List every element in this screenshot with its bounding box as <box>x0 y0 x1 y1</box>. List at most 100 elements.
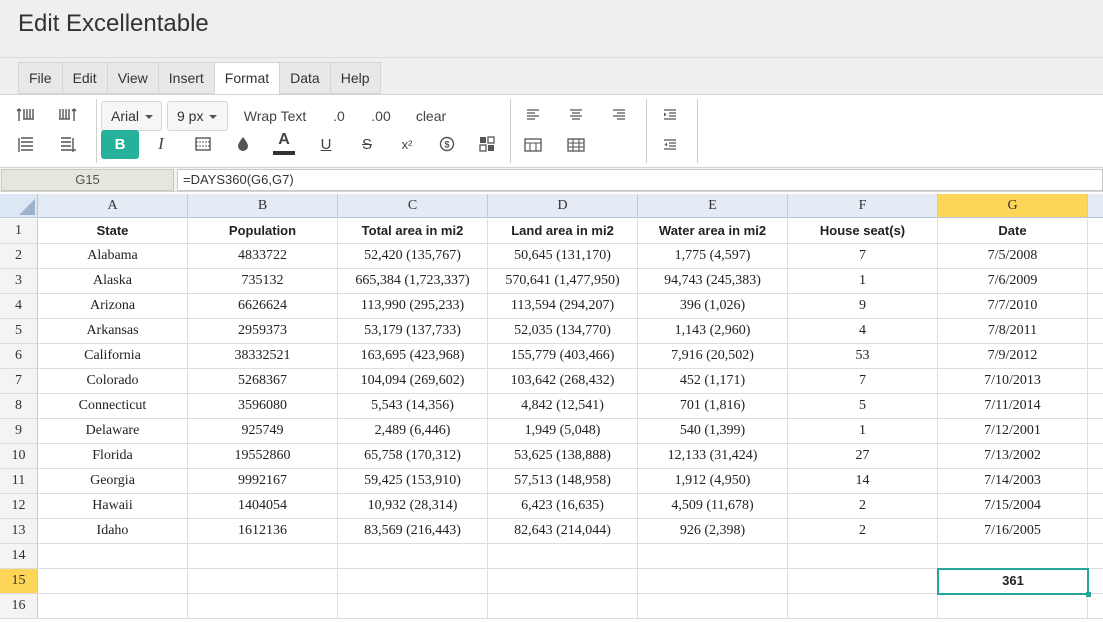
tab-help[interactable]: Help <box>329 62 381 94</box>
column-header-d[interactable]: D <box>488 194 638 218</box>
table-cell[interactable]: 4 <box>788 319 938 344</box>
fill-color-icon[interactable] <box>228 131 258 157</box>
strikethrough-button[interactable]: S <box>352 131 382 157</box>
table-cell[interactable]: 9 <box>788 294 938 319</box>
row-header[interactable]: 2 <box>0 244 38 269</box>
indent-decrease-icon[interactable] <box>657 133 683 157</box>
table-cell[interactable]: Georgia <box>38 469 188 494</box>
table-cell[interactable]: Alaska <box>38 269 188 294</box>
insert-row-above-icon[interactable] <box>14 133 38 157</box>
table-cell[interactable]: 27 <box>788 444 938 469</box>
grid-cell[interactable] <box>638 544 788 569</box>
header-cell[interactable]: Population <box>188 219 338 244</box>
row-header[interactable]: 3 <box>0 269 38 294</box>
tab-insert[interactable]: Insert <box>157 62 214 94</box>
table-cell[interactable]: 396 (1,026) <box>638 294 788 319</box>
table-cell[interactable]: 7/5/2008 <box>938 244 1088 269</box>
table-cell[interactable]: 113,990 (295,233) <box>338 294 488 319</box>
table-cell[interactable]: 94,743 (245,383) <box>638 269 788 294</box>
table-cell[interactable]: 83,569 (216,443) <box>338 519 488 544</box>
table-cell[interactable]: 1,912 (4,950) <box>638 469 788 494</box>
borders-icon[interactable] <box>188 131 218 157</box>
table-cell[interactable]: 19552860 <box>188 444 338 469</box>
row-header[interactable]: 7 <box>0 369 38 394</box>
grid-cell[interactable] <box>188 544 338 569</box>
column-header-a[interactable]: A <box>38 194 188 218</box>
table-cell[interactable]: 59,425 (153,910) <box>338 469 488 494</box>
grid-cell[interactable] <box>1088 269 1103 294</box>
grid-cell[interactable] <box>1088 319 1103 344</box>
table-cell[interactable]: Arkansas <box>38 319 188 344</box>
grid-cell[interactable] <box>1088 594 1103 619</box>
table-cell[interactable]: 925749 <box>188 419 338 444</box>
tab-edit[interactable]: Edit <box>61 62 107 94</box>
row-header[interactable]: 14 <box>0 544 38 569</box>
table-cell[interactable]: Hawaii <box>38 494 188 519</box>
insert-column-before-icon[interactable] <box>14 103 38 127</box>
table-cell[interactable]: 53 <box>788 344 938 369</box>
conditional-format-icon[interactable] <box>472 131 502 157</box>
tab-view[interactable]: View <box>106 62 158 94</box>
table-cell[interactable]: 113,594 (294,207) <box>488 294 638 319</box>
tab-file[interactable]: File <box>18 62 62 94</box>
table-cell[interactable]: 1,775 (4,597) <box>638 244 788 269</box>
grid-cell[interactable] <box>1088 469 1103 494</box>
grid-cell[interactable] <box>788 569 938 594</box>
row-header[interactable]: 8 <box>0 394 38 419</box>
table-cell[interactable]: 7/12/2001 <box>938 419 1088 444</box>
row-header[interactable]: 11 <box>0 469 38 494</box>
font-size-dropdown[interactable]: 9 px <box>167 101 228 131</box>
grid-cell[interactable] <box>1088 419 1103 444</box>
table-cell[interactable]: 4,842 (12,541) <box>488 394 638 419</box>
indent-increase-icon[interactable] <box>657 103 683 127</box>
superscript-button[interactable]: x² <box>392 131 422 157</box>
table-cell[interactable]: 1 <box>788 269 938 294</box>
currency-icon[interactable]: $ <box>432 131 462 157</box>
header-cell[interactable]: Total area in mi2 <box>338 219 488 244</box>
table-cell[interactable]: 540 (1,399) <box>638 419 788 444</box>
table-cell[interactable]: 52,035 (134,770) <box>488 319 638 344</box>
table-cell[interactable]: 7 <box>788 244 938 269</box>
table-cell[interactable]: 7/7/2010 <box>938 294 1088 319</box>
tab-format[interactable]: Format <box>213 62 280 94</box>
grid-cell[interactable] <box>938 594 1088 619</box>
table-cell[interactable]: 103,642 (268,432) <box>488 369 638 394</box>
row-header[interactable]: 15 <box>0 569 38 594</box>
table-cell[interactable]: 2,489 (6,446) <box>338 419 488 444</box>
header-cell[interactable]: Date <box>938 219 1088 244</box>
table-cell[interactable]: 4,509 (11,678) <box>638 494 788 519</box>
table-cell[interactable]: Alabama <box>38 244 188 269</box>
table-cell[interactable]: 1,143 (2,960) <box>638 319 788 344</box>
grid-cell[interactable] <box>488 569 638 594</box>
table-grid-icon[interactable] <box>563 133 589 157</box>
fill-handle[interactable] <box>1086 592 1091 597</box>
table-cell[interactable]: 2 <box>788 494 938 519</box>
row-header[interactable]: 16 <box>0 594 38 619</box>
grid-cell[interactable] <box>338 594 488 619</box>
table-cell[interactable]: 7/10/2013 <box>938 369 1088 394</box>
table-cell[interactable]: 52,420 (135,767) <box>338 244 488 269</box>
table-cell[interactable]: 163,695 (423,968) <box>338 344 488 369</box>
table-cell[interactable]: 2959373 <box>188 319 338 344</box>
font-family-dropdown[interactable]: Arial <box>101 101 162 131</box>
table-cell[interactable]: 7/11/2014 <box>938 394 1088 419</box>
table-cell[interactable]: 7/16/2005 <box>938 519 1088 544</box>
align-right-icon[interactable] <box>606 103 632 127</box>
row-header[interactable]: 10 <box>0 444 38 469</box>
table-cell[interactable]: 82,643 (214,044) <box>488 519 638 544</box>
header-cell[interactable]: House seat(s) <box>788 219 938 244</box>
header-cell[interactable]: Land area in mi2 <box>488 219 638 244</box>
table-cell[interactable]: 2 <box>788 519 938 544</box>
row-header[interactable]: 1 <box>0 219 38 244</box>
insert-column-after-icon[interactable] <box>56 103 80 127</box>
grid-cell[interactable] <box>1088 219 1103 244</box>
formula-input[interactable]: =DAYS360(G6,G7) <box>177 169 1103 191</box>
table-cell[interactable]: Idaho <box>38 519 188 544</box>
table-cell[interactable]: 5268367 <box>188 369 338 394</box>
table-cell[interactable]: 4833722 <box>188 244 338 269</box>
clear-format-button[interactable]: clear <box>410 103 452 129</box>
row-header[interactable]: 5 <box>0 319 38 344</box>
table-cell[interactable]: 7/8/2011 <box>938 319 1088 344</box>
grid-cell[interactable] <box>38 544 188 569</box>
table-cell[interactable]: 1404054 <box>188 494 338 519</box>
